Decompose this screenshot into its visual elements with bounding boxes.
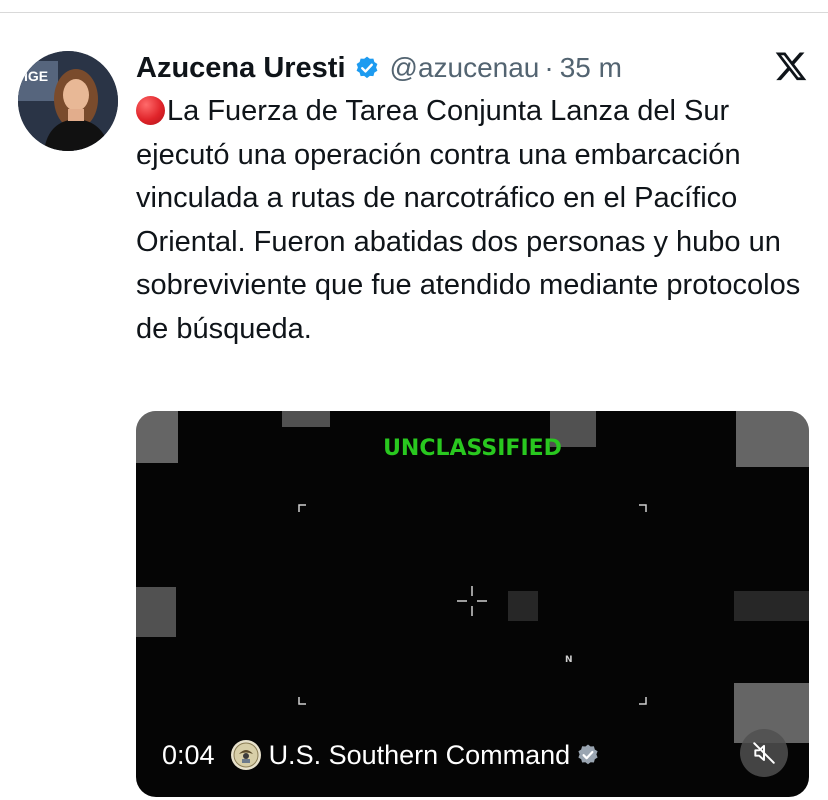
video-source-name[interactable]: U.S. Southern Command (269, 740, 571, 771)
tweet-text: La Fuerza de Tarea Conjunta Lanza del Su… (136, 90, 816, 351)
video-footer: 0:04 U.S. Southern Command (162, 737, 600, 773)
verified-badge-icon (354, 55, 380, 81)
southcom-seal-icon (230, 740, 261, 770)
compass-label: N (565, 655, 573, 665)
author-display-name[interactable]: Azucena Uresti (136, 52, 346, 85)
author-handle[interactable]: @azucenau (390, 52, 540, 84)
muted-speaker-icon (753, 742, 775, 764)
video-duration: 0:04 (162, 739, 215, 770)
mute-button[interactable] (740, 729, 788, 777)
avatar-text: IGE (24, 68, 48, 84)
verified-badge-icon (576, 743, 600, 767)
classification-label: UNCLASSIFIED (383, 436, 562, 461)
tweet-body: La Fuerza de Tarea Conjunta Lanza del Su… (136, 95, 801, 345)
video-player[interactable]: UNCLASSIFIED N 0:04 U.S. Southern Comman… (136, 411, 809, 797)
x-logo-icon[interactable] (774, 49, 808, 83)
red-circle-icon (136, 96, 165, 125)
tweet-header: Azucena Uresti @azucenau · 35 m (136, 48, 622, 88)
separator-dot: · (544, 52, 554, 83)
tweet-timestamp[interactable]: 35 m (560, 52, 622, 84)
avatar-image: IGE (18, 51, 118, 151)
avatar[interactable]: IGE (18, 51, 118, 151)
top-divider (0, 12, 828, 13)
